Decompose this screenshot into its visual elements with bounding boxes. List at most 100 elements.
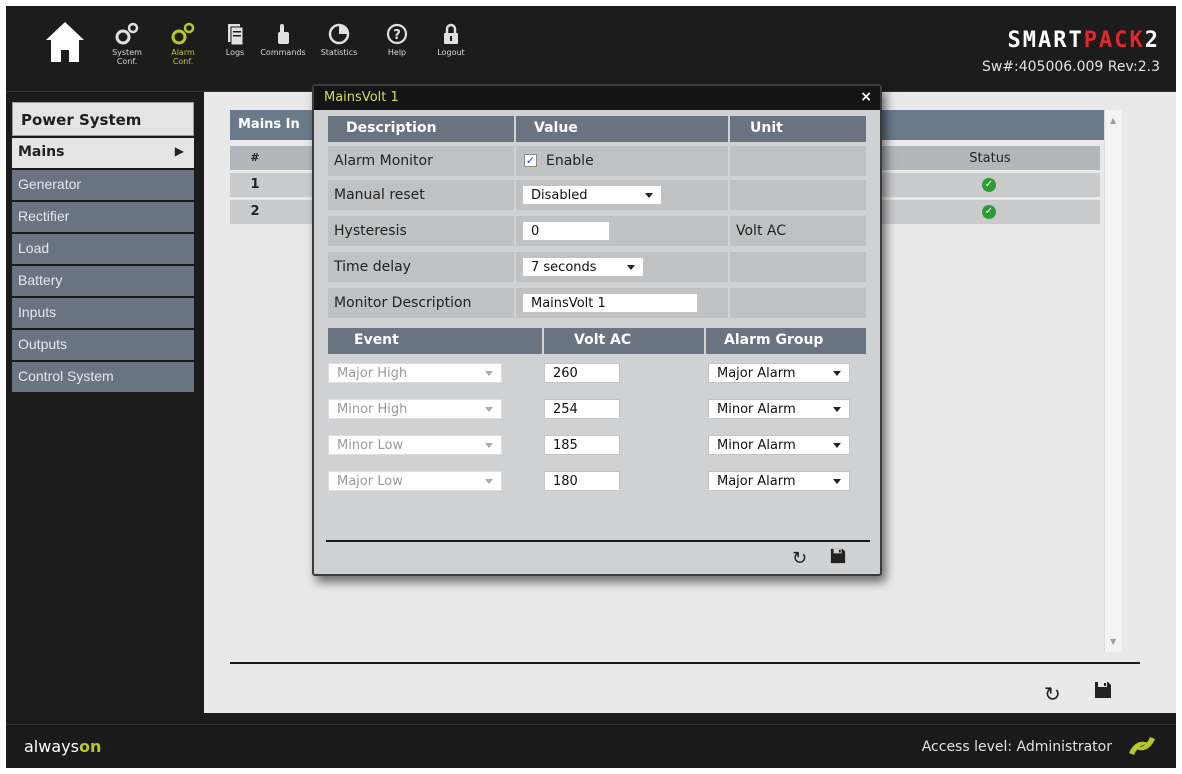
chevron-down-icon	[485, 371, 493, 376]
alarm-monitor-unit	[730, 146, 866, 176]
chevron-down-icon	[833, 479, 841, 484]
scroll-down-icon[interactable]: ▼	[1110, 637, 1116, 646]
manual-reset-unit	[730, 180, 866, 210]
toolbar-help-label: Help	[387, 48, 407, 57]
manual-reset-label: Manual reset	[328, 180, 514, 210]
toolbar-logout-label: Logout	[437, 48, 465, 57]
col-status: Status	[969, 151, 1011, 166]
volt-input[interactable]: 185	[544, 435, 620, 455]
time-delay-value: 7 seconds	[516, 252, 728, 282]
chevron-down-icon	[485, 407, 493, 412]
alarm-group-select[interactable]: Major Alarm	[708, 363, 850, 383]
chevron-down-icon	[485, 443, 493, 448]
event-select: Major Low	[328, 471, 502, 491]
row-number: 1	[250, 177, 260, 192]
header-description: Description	[328, 116, 514, 142]
sidebar-item-battery[interactable]: Battery	[12, 266, 194, 296]
alarm-group-select[interactable]: Minor Alarm	[708, 399, 850, 419]
toolbar-commands[interactable]: Commands	[252, 18, 314, 57]
app-window: System Conf. Alarm Conf. Logs Commands S…	[6, 6, 1176, 768]
pie-chart-icon	[328, 23, 350, 45]
toolbar-system-conf[interactable]: System Conf.	[96, 18, 158, 66]
logs-icon	[228, 24, 244, 46]
access-level: Access level: Administrator	[921, 739, 1112, 755]
chevron-down-icon	[833, 371, 841, 376]
manual-reset-select[interactable]: Disabled	[522, 185, 662, 205]
lock-icon	[444, 23, 458, 44]
sidebar-title: Power System	[12, 102, 194, 136]
toolbar-statistics-label: Statistics	[320, 48, 358, 57]
dialog-save-icon[interactable]	[830, 548, 846, 564]
dialog-title: MainsVolt 1	[314, 86, 880, 110]
sidebar-item-mains[interactable]: Mains ▶	[12, 138, 194, 168]
sidebar-item-rectifier[interactable]: Rectifier	[12, 202, 194, 232]
toolbar-statistics[interactable]: Statistics	[308, 18, 370, 57]
time-delay-select[interactable]: 7 seconds	[522, 257, 644, 277]
status-ok-icon: ✓	[982, 205, 996, 219]
hysteresis-input[interactable]: 0	[522, 221, 610, 241]
commands-icon	[278, 24, 289, 44]
close-icon[interactable]: ×	[860, 89, 872, 105]
svg-text:?: ?	[393, 28, 401, 43]
volt-input[interactable]: 180	[544, 471, 620, 491]
header-unit: Unit	[730, 116, 866, 142]
event-select: Minor Low	[328, 435, 502, 455]
event-select: Minor High	[328, 399, 502, 419]
monitor-description-value: MainsVolt 1	[516, 288, 728, 318]
event-row: Minor High 254 Minor Alarm	[328, 394, 866, 424]
monitor-description-label: Monitor Description	[328, 288, 514, 318]
footer: alwayson Access level: Administrator	[6, 724, 1176, 768]
enable-checkbox[interactable]: ✓	[524, 154, 537, 167]
home-icon[interactable]	[44, 20, 86, 64]
manual-reset-value: Disabled	[516, 180, 728, 210]
alarm-gears-icon	[171, 22, 195, 45]
hysteresis-unit: Volt AC	[730, 216, 866, 246]
software-version: Sw#:405006.009 Rev:2.3	[981, 59, 1160, 75]
alarm-group-select[interactable]: Major Alarm	[708, 471, 850, 491]
time-delay-label: Time delay	[328, 252, 514, 282]
sidebar-item-generator[interactable]: Generator	[12, 170, 194, 200]
smartpack-logo: SMARTPACK2	[1007, 28, 1160, 53]
header-value: Value	[516, 116, 728, 142]
sidebar-item-outputs[interactable]: Outputs	[12, 330, 194, 360]
toolbar-help[interactable]: ? Help	[366, 18, 428, 57]
volt-input[interactable]: 260	[544, 363, 620, 383]
chevron-down-icon	[627, 265, 635, 270]
divider	[230, 662, 1140, 664]
col-number: #	[250, 151, 260, 164]
sidebar-item-inputs[interactable]: Inputs	[12, 298, 194, 328]
time-delay-unit	[730, 252, 866, 282]
toolbar-commands-label: Commands	[260, 48, 306, 57]
event-row: Minor Low 185 Minor Alarm	[328, 430, 866, 460]
help-icon: ?	[386, 23, 408, 45]
hysteresis-label: Hysteresis	[328, 216, 514, 246]
enable-label: Enable	[546, 153, 594, 169]
header-alarm-group: Alarm Group	[706, 328, 866, 354]
alarm-group-select[interactable]: Minor Alarm	[708, 435, 850, 455]
sidebar-item-load[interactable]: Load	[12, 234, 194, 264]
monitor-description-input[interactable]: MainsVolt 1	[522, 293, 698, 313]
refresh-icon[interactable]: ↻	[1044, 682, 1061, 706]
header-event: Event	[328, 328, 542, 354]
scroll-up-icon[interactable]: ▲	[1110, 116, 1116, 125]
row-number: 2	[250, 204, 260, 219]
volt-input[interactable]: 254	[544, 399, 620, 419]
toolbar-logout[interactable]: Logout	[420, 18, 482, 57]
alarm-monitor-label: Alarm Monitor	[328, 146, 514, 176]
save-icon[interactable]	[1094, 681, 1112, 699]
toolbar-system-conf-label: System Conf.	[112, 48, 142, 66]
sidebar: Power System Mains ▶ Generator Rectifier …	[12, 102, 194, 392]
header-volt-ac: Volt AC	[544, 328, 704, 354]
status-ok-icon: ✓	[982, 178, 996, 192]
brand-block: SMARTPACK2 Sw#:405006.009 Rev:2.3	[982, 28, 1160, 75]
monitor-description-unit	[730, 288, 866, 318]
alwayson-logo: alwayson	[24, 737, 102, 756]
sidebar-item-control-system[interactable]: Control System	[12, 362, 194, 392]
chevron-down-icon	[485, 479, 493, 484]
chevron-down-icon	[833, 407, 841, 412]
gears-icon	[115, 22, 139, 45]
event-row: Major Low 180 Major Alarm	[328, 466, 866, 496]
scrollbar[interactable]: ▲ ▼	[1104, 110, 1122, 652]
dialog-refresh-icon[interactable]: ↻	[792, 548, 807, 569]
eltek-logo-icon	[1129, 737, 1155, 755]
